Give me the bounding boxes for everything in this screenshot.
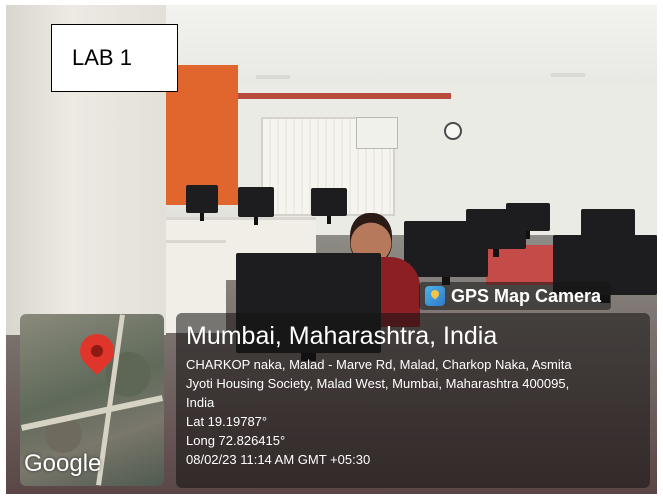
map-thumbnail: Google bbox=[20, 314, 164, 486]
address-line: Jyoti Housing Society, Malad West, Mumba… bbox=[186, 376, 570, 391]
google-logo: Google bbox=[24, 450, 102, 477]
computer-monitor bbox=[404, 221, 488, 285]
computer-monitor bbox=[186, 185, 218, 221]
address-line: India bbox=[186, 395, 215, 410]
ceiling-fan bbox=[551, 73, 585, 77]
lab-label-text: LAB 1 bbox=[72, 45, 132, 70]
air-conditioner bbox=[356, 117, 398, 149]
address-line: CHARKOP naka, Malad - Marve Rd, Malad, C… bbox=[186, 357, 572, 372]
gps-map-camera-icon bbox=[425, 286, 445, 306]
location-info-panel: Mumbai, Maharashtra, India CHARKOP naka,… bbox=[176, 313, 650, 488]
wall-clock bbox=[444, 122, 462, 140]
computer-monitor bbox=[238, 187, 274, 225]
latitude: Lat 19.19787° bbox=[186, 414, 268, 429]
gps-app-badge: GPS Map Camera bbox=[419, 282, 612, 310]
lab-label: LAB 1 bbox=[51, 24, 178, 92]
timestamp: 08/02/23 11:14 AM GMT +05:30 bbox=[186, 452, 371, 467]
ceiling-fan bbox=[256, 75, 290, 79]
computer-monitor bbox=[506, 203, 550, 239]
map-road bbox=[20, 395, 164, 431]
wall-pipe bbox=[211, 93, 451, 99]
gps-app-name: GPS Map Camera bbox=[451, 285, 602, 306]
location-city: Mumbai, Maharashtra, India bbox=[186, 322, 498, 350]
longitude: Long 72.826415° bbox=[186, 433, 286, 448]
computer-monitor bbox=[311, 188, 347, 224]
